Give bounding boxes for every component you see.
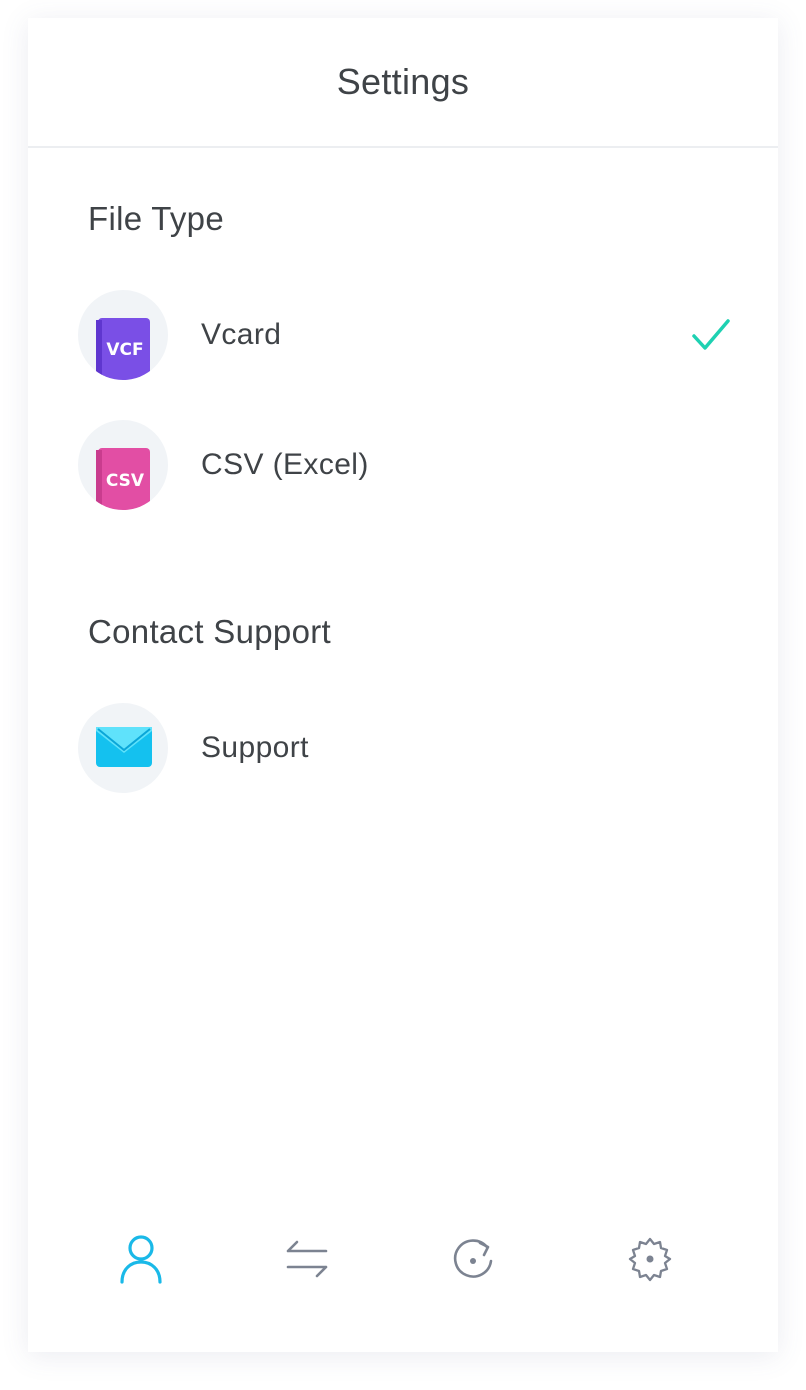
file-type-label-vcard: Vcard (201, 318, 282, 351)
user-icon (120, 1235, 162, 1284)
tab-settings[interactable] (605, 1214, 695, 1304)
support-label: Support (201, 731, 309, 764)
csv-file-icon: CSV (96, 448, 150, 510)
gear-icon (628, 1237, 672, 1282)
tab-transfer[interactable] (262, 1214, 352, 1304)
checkmark-icon (692, 319, 730, 350)
svg-text:CSV: CSV (106, 471, 145, 491)
file-type-option-vcard[interactable]: VCF Vcard (78, 290, 730, 380)
file-type-option-csv[interactable]: CSV CSV (Excel) (78, 420, 728, 510)
refresh-icon (453, 1239, 493, 1278)
tab-restore[interactable] (428, 1214, 518, 1304)
csv-file-icon-container: CSV (78, 420, 168, 510)
header: Settings (28, 18, 778, 148)
section-title-contact-support: Contact Support (88, 613, 331, 650)
vcf-file-icon: VCF (96, 318, 150, 380)
file-type-label-csv: CSV (Excel) (201, 448, 369, 481)
tab-bar (28, 1214, 778, 1304)
settings-screen: Settings File Type VCF Vcard CSV CSV (Ex… (28, 18, 778, 1352)
mail-icon (96, 727, 152, 767)
vcf-file-icon-container: VCF (78, 290, 168, 380)
support-item[interactable]: Support (78, 703, 728, 793)
page-title: Settings (336, 61, 470, 102)
tab-contacts[interactable] (96, 1214, 186, 1304)
mail-icon-container (78, 703, 168, 793)
section-title-file-type: File Type (88, 200, 224, 237)
transfer-arrows-icon (286, 1240, 328, 1278)
svg-text:VCF: VCF (106, 340, 143, 360)
